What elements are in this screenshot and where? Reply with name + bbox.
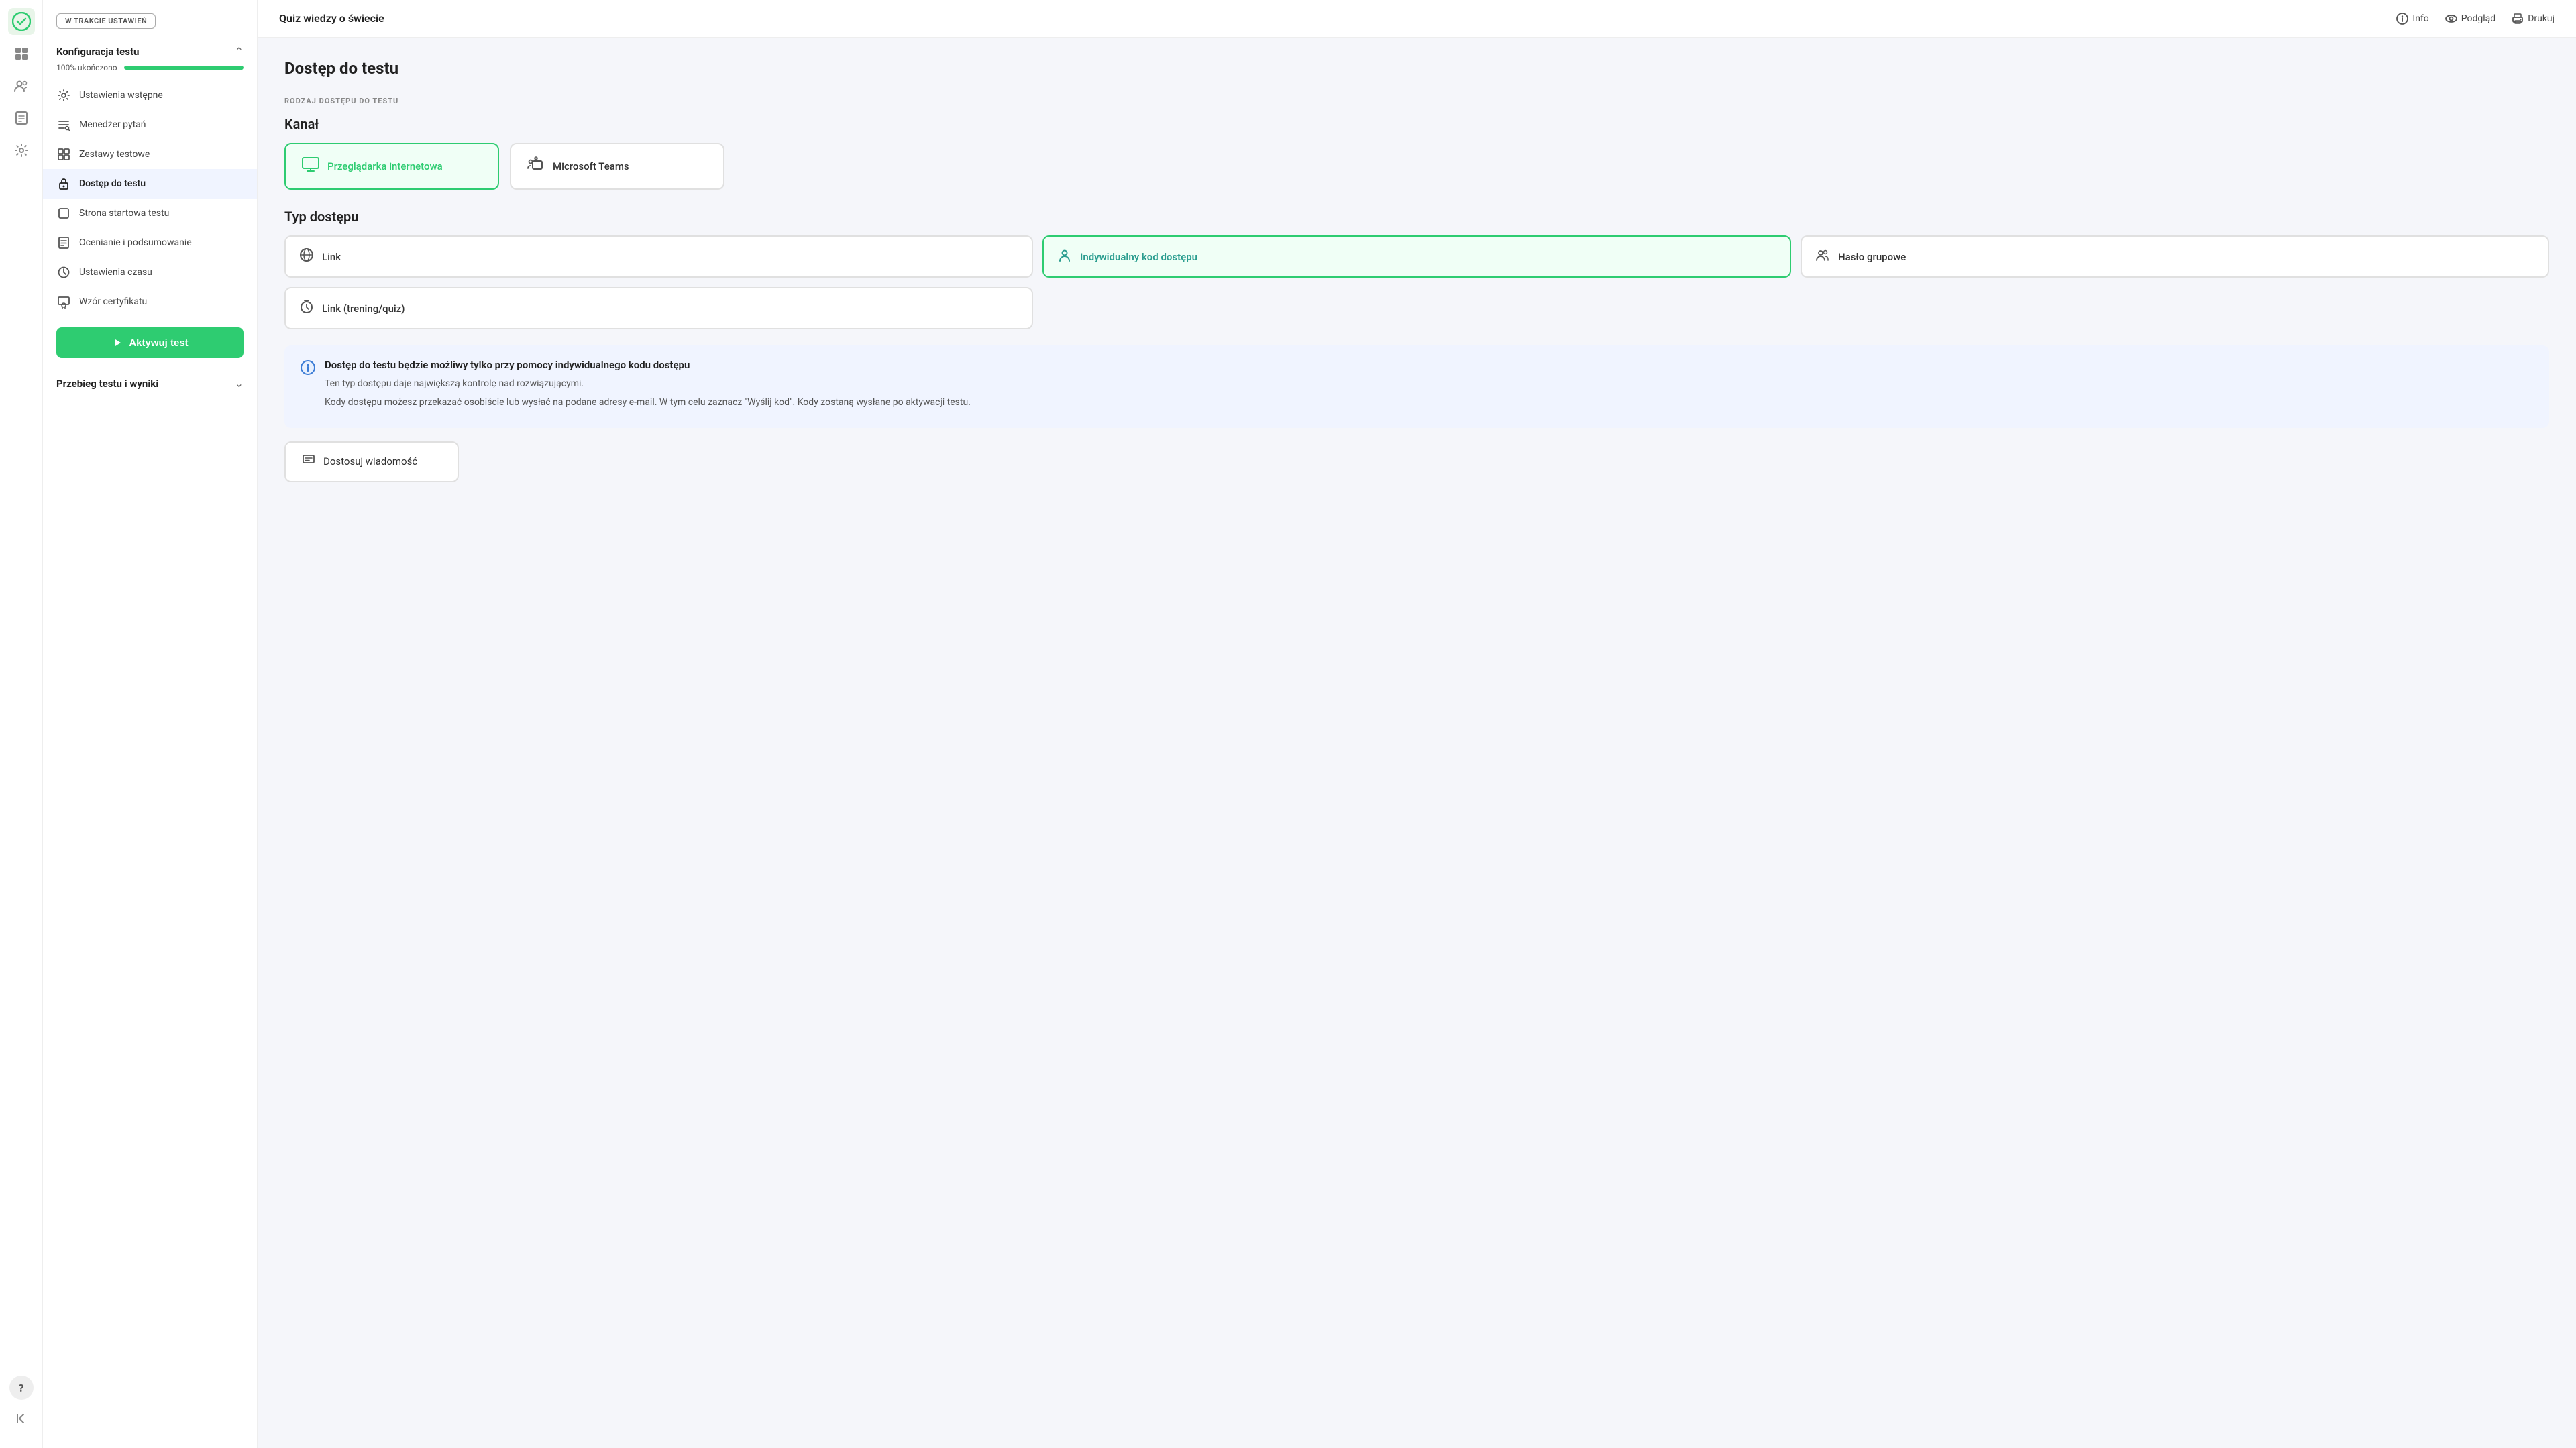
- haslo-label: Hasło grupowe: [1838, 251, 1906, 263]
- eye-icon: [2445, 13, 2457, 25]
- info-box-icon: [301, 360, 315, 414]
- content-area: Dostęp do testu RODZAJ DOSTĘPU DO TESTU …: [258, 38, 2576, 1448]
- channel-teams[interactable]: Microsoft Teams: [510, 143, 724, 190]
- access-link[interactable]: Link: [284, 235, 1033, 278]
- czas-icon: [56, 265, 71, 280]
- settings-wstepne-icon: [56, 88, 71, 103]
- sidebar: W TRAKCIE USTAWIEŃ Konfiguracja testu ⌃ …: [43, 0, 258, 1448]
- menedzer-icon: [56, 117, 71, 132]
- reports-icon[interactable]: [8, 105, 35, 131]
- settings-icon[interactable]: [8, 137, 35, 164]
- przegladarka-label: Przeglądarka internetowa: [327, 160, 443, 172]
- top-bar-title: Quiz wiedzy o świecie: [279, 12, 384, 25]
- ocenianie-icon: [56, 235, 71, 250]
- progress-row: 100% ukończono: [43, 63, 257, 80]
- content-heading: Dostęp do testu: [284, 59, 2549, 78]
- progress-bar-fill: [124, 66, 244, 70]
- certyfikat-icon: [56, 294, 71, 309]
- info-box-title: Dostęp do testu będzie możliwy tylko prz…: [325, 359, 971, 371]
- back-icon[interactable]: [8, 1405, 35, 1432]
- group-icon: [1815, 247, 1830, 266]
- info-box: Dostęp do testu będzie możliwy tylko prz…: [284, 345, 2549, 428]
- nav-item-label: Zestawy testowe: [79, 149, 150, 160]
- info-action[interactable]: Info: [2396, 13, 2428, 25]
- access-grid-row2: Link (trening/quiz): [284, 287, 2549, 329]
- kanal-label: Kanał: [284, 116, 2549, 132]
- nav-item-label: Dostęp do testu: [79, 178, 146, 189]
- access-link-trening[interactable]: Link (trening/quiz): [284, 287, 1033, 329]
- dostep-icon: [56, 176, 71, 191]
- nav-item-menedzer-pytan[interactable]: Menedżer pytań: [43, 110, 257, 140]
- monitor-icon: [302, 157, 319, 176]
- message-icon: [302, 453, 315, 470]
- podglad-action[interactable]: Podgląd: [2445, 13, 2496, 25]
- chevron-down-icon: ⌄: [235, 377, 244, 390]
- nav-item-label: Ocenianie i podsumowanie: [79, 237, 192, 248]
- progress-label: 100% ukończono: [56, 63, 117, 72]
- logo-icon[interactable]: [8, 8, 35, 35]
- channel-row: Przeglądarka internetowa Microsoft Teams: [284, 143, 2549, 190]
- globe-icon: [299, 247, 314, 266]
- users-icon[interactable]: [8, 72, 35, 99]
- rodzaj-label: RODZAJ DOSTĘPU DO TESTU: [284, 97, 2549, 105]
- teams-label: Microsoft Teams: [553, 160, 629, 172]
- info-box-text2: Kody dostępu możesz przekazać osobiście …: [325, 395, 971, 410]
- nav-item-ocenianie[interactable]: Ocenianie i podsumowanie: [43, 228, 257, 258]
- activate-button[interactable]: Aktywuj test: [56, 327, 244, 358]
- access-individual[interactable]: Indywidualny kod dostępu: [1042, 235, 1791, 278]
- konfiguracja-section-header[interactable]: Konfiguracja testu ⌃: [43, 34, 257, 63]
- podglad-label: Podgląd: [2461, 13, 2496, 24]
- timer-icon: [299, 299, 314, 317]
- drukuj-action[interactable]: Drukuj: [2512, 13, 2555, 25]
- link-label: Link: [322, 251, 341, 263]
- link-trening-label: Link (trening/quiz): [322, 302, 405, 315]
- activate-label: Aktywuj test: [129, 337, 188, 349]
- drukuj-label: Drukuj: [2528, 13, 2555, 24]
- strona-icon: [56, 206, 71, 221]
- info-box-content: Dostęp do testu będzie możliwy tylko prz…: [325, 359, 971, 414]
- grid-icon[interactable]: [8, 40, 35, 67]
- nav-item-label: Wzór certyfikatu: [79, 296, 147, 307]
- nav-item-zestawy-testowe[interactable]: Zestawy testowe: [43, 140, 257, 169]
- chevron-up-icon: ⌃: [235, 45, 244, 58]
- nav-item-label: Strona startowa testu: [79, 208, 169, 219]
- zestawy-icon: [56, 147, 71, 162]
- help-button[interactable]: ?: [9, 1376, 34, 1400]
- main-content: Quiz wiedzy o świecie Info Podgląd: [258, 0, 2576, 1448]
- typ-label: Typ dostępu: [284, 209, 2549, 225]
- play-icon: [111, 337, 123, 349]
- dostosuj-card[interactable]: Dostosuj wiadomość: [284, 441, 459, 482]
- nav-item-strona-startowa[interactable]: Strona startowa testu: [43, 199, 257, 228]
- nav-item-ustawienia-czasu[interactable]: Ustawienia czasu: [43, 258, 257, 287]
- access-grid: Link Indywidualny kod dostępu: [284, 235, 2549, 278]
- access-haslo[interactable]: Hasło grupowe: [1801, 235, 2549, 278]
- nav-item-dostep-do-testu[interactable]: Dostęp do testu: [43, 169, 257, 199]
- teams-icon: [527, 156, 545, 176]
- channel-przegladarka[interactable]: Przeglądarka internetowa: [284, 143, 499, 190]
- individual-icon: [1057, 247, 1072, 266]
- print-icon: [2512, 13, 2524, 25]
- top-bar: Quiz wiedzy o świecie Info Podgląd: [258, 0, 2576, 38]
- nav-item-label: Menedżer pytań: [79, 119, 146, 130]
- info-box-text1: Ten typ dostępu daje największą kontrolę…: [325, 376, 971, 391]
- nav-item-wzor-certyfikatu[interactable]: Wzór certyfikatu: [43, 287, 257, 317]
- przebieg-section-title: Przebieg testu i wyniki: [56, 378, 158, 390]
- nav-item-label: Ustawienia wstępne: [79, 90, 163, 101]
- individual-label: Indywidualny kod dostępu: [1080, 251, 1197, 263]
- przebieg-section-header[interactable]: Przebieg testu i wyniki ⌄: [43, 369, 257, 398]
- info-icon: [2396, 13, 2408, 25]
- status-badge: W TRAKCIE USTAWIEŃ: [56, 13, 156, 29]
- icon-bar: ?: [0, 0, 43, 1448]
- dostosuj-label: Dostosuj wiadomość: [323, 455, 417, 467]
- konfiguracja-section-title: Konfiguracja testu: [56, 46, 139, 58]
- progress-bar: [124, 66, 244, 70]
- nav-item-ustawienia-wstepne[interactable]: Ustawienia wstępne: [43, 80, 257, 110]
- sidebar-header: W TRAKCIE USTAWIEŃ: [43, 0, 257, 34]
- top-bar-actions: Info Podgląd Drukuj: [2396, 13, 2555, 25]
- nav-item-label: Ustawienia czasu: [79, 267, 152, 278]
- info-label: Info: [2412, 13, 2428, 24]
